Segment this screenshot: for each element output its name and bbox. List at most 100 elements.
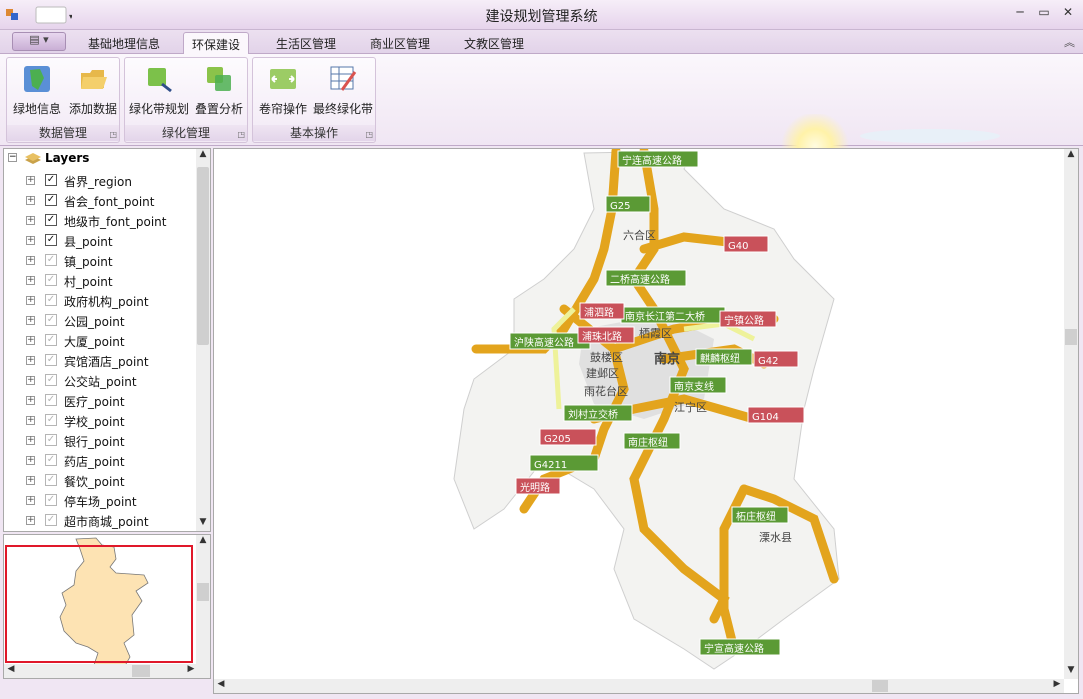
scroll-right-icon[interactable]: ▶ bbox=[184, 664, 198, 678]
scroll-up-icon[interactable]: ▲ bbox=[196, 535, 210, 549]
scroll-left-icon[interactable]: ◀ bbox=[214, 679, 228, 693]
layer-name[interactable]: 超市商城_point bbox=[64, 513, 149, 530]
layer-checkbox[interactable]: ✓ bbox=[45, 334, 57, 346]
layer-checkbox[interactable]: ✓ bbox=[45, 514, 57, 526]
final-greenbelt-button[interactable]: 最终绿化带 bbox=[311, 62, 375, 120]
tab-environment[interactable]: 环保建设 bbox=[183, 32, 250, 54]
layer-checkbox[interactable]: ✓ bbox=[45, 354, 57, 366]
scroll-thumb[interactable] bbox=[132, 665, 150, 677]
layer-row[interactable]: + ✓ 药店_point bbox=[4, 451, 194, 471]
layer-row[interactable]: + ✓ 餐饮_point bbox=[4, 471, 194, 491]
main-map-view[interactable]: 六合区 栖霞区 南京 鼓楼区 建邺区 雨花台区 江宁区 溧水县 宁连高速公路 G25 二桥高速公路南… bbox=[213, 148, 1079, 694]
scroll-down-icon[interactable]: ▼ bbox=[1064, 665, 1078, 679]
expand-icon[interactable]: + bbox=[26, 236, 35, 245]
layer-checkbox[interactable]: ✓ bbox=[45, 254, 57, 266]
expand-icon[interactable]: + bbox=[26, 216, 35, 225]
close-button[interactable]: ✕ bbox=[1056, 5, 1080, 23]
expand-icon[interactable]: + bbox=[26, 256, 35, 265]
add-data-button[interactable]: 添加数据 bbox=[65, 62, 121, 120]
layer-row[interactable]: + ✓ 超市商城_point bbox=[4, 511, 194, 531]
scroll-up-icon[interactable]: ▲ bbox=[1064, 149, 1078, 163]
scroll-thumb[interactable] bbox=[197, 583, 209, 601]
layer-name[interactable]: 大厦_point bbox=[64, 333, 125, 350]
layer-name[interactable]: 县_point bbox=[64, 233, 113, 250]
layer-checkbox[interactable]: ✓ bbox=[45, 314, 57, 326]
layer-checkbox[interactable]: ✓ bbox=[45, 394, 57, 406]
layer-row[interactable]: + ✓ 地级市_font_point bbox=[4, 211, 194, 231]
expand-icon[interactable]: + bbox=[26, 296, 35, 305]
layer-row[interactable]: + ✓ 政府机构_point bbox=[4, 291, 194, 311]
expand-icon[interactable]: + bbox=[26, 196, 35, 205]
maximize-button[interactable]: ▭ bbox=[1032, 5, 1056, 23]
layer-checkbox[interactable]: ✓ bbox=[45, 494, 57, 506]
layer-row[interactable]: + ✓ 大厦_point bbox=[4, 331, 194, 351]
dialog-launcher-icon[interactable]: ◳ bbox=[365, 130, 373, 139]
minimize-button[interactable]: ─ bbox=[1008, 5, 1032, 23]
layer-checkbox[interactable]: ✓ bbox=[45, 234, 57, 246]
expand-icon[interactable]: + bbox=[26, 276, 35, 285]
layer-checkbox[interactable]: ✓ bbox=[45, 194, 57, 206]
layer-name[interactable]: 政府机构_point bbox=[64, 293, 149, 310]
dialog-launcher-icon[interactable]: ◳ bbox=[237, 130, 245, 139]
tab-basic-geo[interactable]: 基础地理信息 bbox=[80, 32, 168, 54]
scroll-thumb[interactable] bbox=[1065, 329, 1077, 345]
greenbelt-plan-button[interactable]: 绿化带规划 bbox=[129, 62, 189, 120]
expand-icon[interactable]: + bbox=[26, 336, 35, 345]
scroll-thumb[interactable] bbox=[872, 680, 888, 692]
expand-icon[interactable]: + bbox=[26, 416, 35, 425]
tab-residential[interactable]: 生活区管理 bbox=[268, 32, 344, 54]
scroll-up-icon[interactable]: ▲ bbox=[196, 149, 210, 163]
layer-name[interactable]: 省会_font_point bbox=[64, 193, 154, 210]
layer-name[interactable]: 学校_point bbox=[64, 413, 125, 430]
map-hscrollbar[interactable]: ◀ ▶ bbox=[214, 679, 1064, 693]
layer-checkbox[interactable]: ✓ bbox=[45, 414, 57, 426]
expand-icon[interactable]: + bbox=[26, 176, 35, 185]
expand-icon[interactable]: + bbox=[26, 316, 35, 325]
layer-row[interactable]: + ✓ 省会_font_point bbox=[4, 191, 194, 211]
layer-checkbox[interactable]: ✓ bbox=[45, 274, 57, 286]
layer-row[interactable]: + ✓ 学校_point bbox=[4, 411, 194, 431]
layer-checkbox[interactable]: ✓ bbox=[45, 434, 57, 446]
layer-name[interactable]: 省界_region bbox=[64, 173, 132, 190]
layer-row[interactable]: + ✓ 医疗_point bbox=[4, 391, 194, 411]
tab-education[interactable]: 文教区管理 bbox=[456, 32, 532, 54]
expand-icon[interactable]: + bbox=[26, 516, 35, 525]
collapse-root-icon[interactable]: − bbox=[8, 153, 17, 162]
layer-checkbox[interactable]: ✓ bbox=[45, 294, 57, 306]
expand-icon[interactable]: + bbox=[26, 356, 35, 365]
dialog-launcher-icon[interactable]: ◳ bbox=[109, 130, 117, 139]
layer-row[interactable]: + ✓ 宾馆酒店_point bbox=[4, 351, 194, 371]
map-vscrollbar[interactable]: ▲ ▼ bbox=[1064, 149, 1078, 679]
overview-hscrollbar[interactable]: ◀ ▶ bbox=[4, 664, 198, 678]
overlay-analysis-button[interactable]: 叠置分析 bbox=[191, 62, 247, 120]
map-canvas[interactable]: 六合区栖霞区南京 鼓楼区建邺区雨花台区江宁区溧水县 宁连高速公路 G25 二桥高速公路南… bbox=[214, 149, 1078, 679]
layer-row[interactable]: + ✓ 停车场_point bbox=[4, 491, 194, 511]
layer-row[interactable]: + ✓ 县_point bbox=[4, 231, 194, 251]
layer-name[interactable]: 村_point bbox=[64, 273, 113, 290]
layer-row[interactable]: + ✓ 省界_region bbox=[4, 171, 194, 191]
scroll-right-icon[interactable]: ▶ bbox=[1050, 679, 1064, 693]
overview-map[interactable] bbox=[4, 535, 194, 675]
green-info-button[interactable]: 绿地信息 bbox=[9, 62, 65, 120]
layer-name[interactable]: 药店_point bbox=[64, 453, 125, 470]
layer-name[interactable]: 停车场_point bbox=[64, 493, 137, 510]
layer-name[interactable]: 公园_point bbox=[64, 313, 125, 330]
scroll-left-icon[interactable]: ◀ bbox=[4, 664, 18, 678]
expand-icon[interactable]: + bbox=[26, 436, 35, 445]
layer-row[interactable]: + ✓ 镇_point bbox=[4, 251, 194, 271]
layer-name[interactable]: 银行_point bbox=[64, 433, 125, 450]
layer-checkbox[interactable]: ✓ bbox=[45, 474, 57, 486]
layer-checkbox[interactable]: ✓ bbox=[45, 454, 57, 466]
tab-commercial[interactable]: 商业区管理 bbox=[362, 32, 438, 54]
layer-name[interactable]: 公交站_point bbox=[64, 373, 137, 390]
scroll-down-icon[interactable]: ▼ bbox=[196, 517, 210, 531]
application-menu-button[interactable]: ▤ ▾ bbox=[12, 32, 66, 51]
swipe-button[interactable]: 卷帘操作 bbox=[255, 62, 311, 120]
expand-icon[interactable]: + bbox=[26, 456, 35, 465]
layer-name[interactable]: 镇_point bbox=[64, 253, 113, 270]
expand-icon[interactable]: + bbox=[26, 496, 35, 505]
layer-row[interactable]: + ✓ 村_point bbox=[4, 271, 194, 291]
layer-name[interactable]: 餐饮_point bbox=[64, 473, 125, 490]
layer-name[interactable]: 地级市_font_point bbox=[64, 213, 166, 230]
layer-row[interactable]: + ✓ 公交站_point bbox=[4, 371, 194, 391]
